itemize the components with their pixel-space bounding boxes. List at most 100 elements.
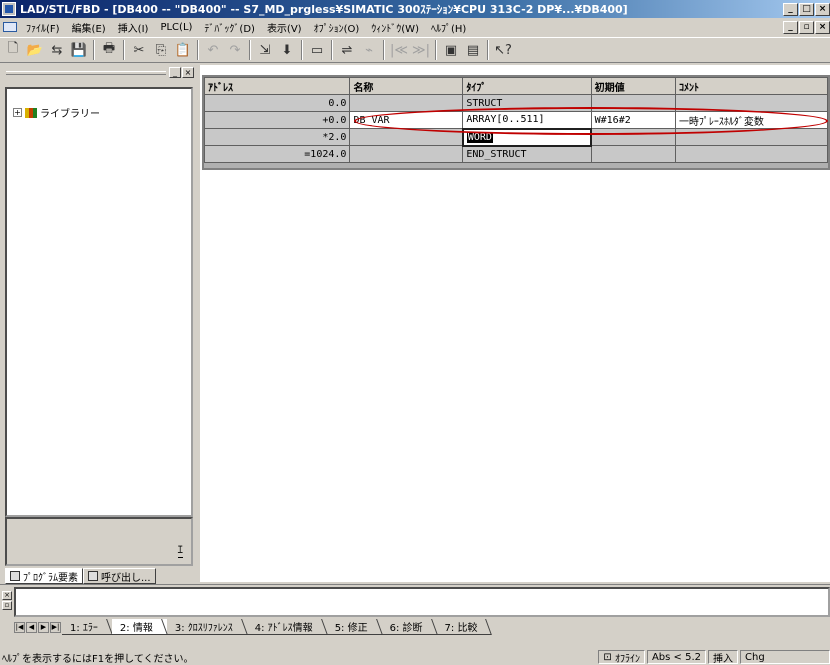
cell-initial[interactable]: W#16#2 bbox=[590, 111, 676, 129]
col-name-header[interactable]: 名称 bbox=[349, 77, 464, 95]
prev-tab-icon[interactable]: ◀ bbox=[26, 621, 37, 633]
menu-help[interactable]: ﾍﾙﾌﾟ(H) bbox=[425, 20, 472, 35]
tab-modify[interactable]: 5: 修正 bbox=[326, 619, 382, 635]
expand-icon[interactable]: + bbox=[13, 108, 22, 117]
menu-plc[interactable]: PLC(L) bbox=[154, 22, 198, 33]
cell-initial[interactable] bbox=[590, 128, 676, 146]
paste-icon[interactable]: 📋 bbox=[172, 39, 194, 61]
help-icon[interactable]: ↖? bbox=[492, 39, 514, 61]
cell-initial[interactable] bbox=[590, 94, 676, 112]
cell-comment[interactable] bbox=[674, 128, 829, 146]
pane-grip[interactable] bbox=[6, 71, 166, 75]
menu-debug[interactable]: ﾃﾞﾊﾞｯｸﾞ(D) bbox=[198, 20, 261, 35]
minimize-button[interactable]: _ bbox=[783, 2, 798, 16]
message-box[interactable] bbox=[14, 587, 830, 617]
online-icon[interactable]: ⇌ bbox=[336, 39, 358, 61]
menu-file[interactable]: ﾌｧｲﾙ(F) bbox=[20, 20, 66, 35]
col-address-header[interactable]: ｱﾄﾞﾚｽ bbox=[203, 77, 351, 95]
message-tabs: |◀ ◀ ▶ ▶| 1: ｴﾗｰ 2: 情報 3: ｸﾛｽﾘﾌｧﾚﾝｽ 4: ｱ… bbox=[14, 619, 492, 635]
maximize-button[interactable]: □ bbox=[799, 2, 814, 16]
col-type-header[interactable]: ﾀｲﾌﾟ bbox=[462, 77, 592, 95]
selected-type-text[interactable]: WORD bbox=[466, 131, 493, 143]
toolbar-separator bbox=[487, 40, 489, 60]
doc-restore-button[interactable]: ▫ bbox=[799, 20, 814, 34]
cell-address: +0.0 bbox=[203, 111, 351, 129]
doc-close-button[interactable]: × bbox=[815, 20, 830, 34]
overview-icon[interactable]: ▣ bbox=[440, 39, 462, 61]
menu-insert[interactable]: 挿入(I) bbox=[112, 20, 155, 35]
window-title: LAD/STL/FBD - [DB400 -- "DB400" -- S7_MD… bbox=[20, 3, 628, 16]
download-icon[interactable]: ⬇ bbox=[276, 39, 298, 61]
table-row[interactable]: =1024.0 END_STRUCT bbox=[203, 145, 829, 163]
toolbar-separator bbox=[435, 40, 437, 60]
print-icon[interactable]: 🖶 bbox=[98, 39, 120, 61]
cell-comment[interactable] bbox=[674, 94, 829, 112]
table-row[interactable]: 0.0 STRUCT bbox=[203, 94, 829, 112]
pane-minimize-button[interactable]: _ bbox=[169, 67, 181, 78]
menu-bar: ﾌｧｲﾙ(F) 編集(E) 挿入(I) PLC(L) ﾃﾞﾊﾞｯｸﾞ(D) 表示… bbox=[0, 18, 830, 36]
title-bar: LAD/STL/FBD - [DB400 -- "DB400" -- S7_MD… bbox=[0, 0, 830, 18]
pane-close-button[interactable]: × bbox=[182, 67, 194, 78]
msg-float-button[interactable]: ▫ bbox=[2, 601, 12, 610]
tab-address-info[interactable]: 4: ｱﾄﾞﾚｽ情報 bbox=[246, 619, 327, 635]
col-initial-header[interactable]: 初期値 bbox=[590, 77, 676, 95]
redo-icon[interactable]: ↷ bbox=[224, 39, 246, 61]
offline-icon[interactable]: ⌁ bbox=[358, 39, 380, 61]
tab-call-structure[interactable]: 呼び出し... bbox=[83, 568, 156, 584]
menu-options[interactable]: ｵﾌﾟｼｮﾝ(O) bbox=[308, 20, 366, 35]
next-icon[interactable]: ≫| bbox=[410, 39, 432, 61]
cell-type[interactable]: END_STRUCT bbox=[462, 145, 592, 163]
table-row[interactable]: *2.0 WORD bbox=[203, 127, 829, 147]
cell-name[interactable] bbox=[349, 145, 464, 163]
cut-icon[interactable]: ✂ bbox=[128, 39, 150, 61]
accessible-nodes-icon[interactable]: ⇆ bbox=[46, 39, 68, 61]
cell-initial[interactable] bbox=[590, 145, 676, 163]
cell-address: *2.0 bbox=[203, 128, 351, 146]
tree-item-library[interactable]: + ライブラリー bbox=[13, 105, 100, 120]
close-button[interactable]: × bbox=[815, 2, 830, 16]
status-bar: ﾍﾙﾌﾟを表示するにはF1を押してください。 ⊡ ｵﾌﾗｲﾝ Abs < 5.2… bbox=[0, 649, 830, 665]
connection-icon: ⊡ bbox=[603, 651, 615, 663]
save-icon[interactable]: 💾 bbox=[68, 39, 90, 61]
new-icon[interactable]: 🗋 bbox=[2, 39, 24, 61]
cell-name[interactable]: DB_VAR bbox=[349, 111, 464, 129]
tree-item-label: ライブラリー bbox=[40, 109, 100, 120]
tab-diagnostics[interactable]: 6: 診断 bbox=[381, 619, 437, 635]
document-icon[interactable] bbox=[3, 22, 17, 32]
undo-icon[interactable]: ↶ bbox=[202, 39, 224, 61]
msg-close-button[interactable]: × bbox=[2, 591, 12, 600]
toolbar-separator bbox=[123, 40, 125, 60]
last-tab-icon[interactable]: ▶| bbox=[50, 621, 61, 633]
monitor-icon[interactable]: ▭ bbox=[306, 39, 328, 61]
col-comment-header[interactable]: ｺﾒﾝﾄ bbox=[674, 77, 829, 95]
menu-edit[interactable]: 編集(E) bbox=[66, 20, 112, 35]
message-area: × ▫ |◀ ◀ ▶ ▶| 1: ｴﾗｰ 2: 情報 3: ｸﾛｽﾘﾌｧﾚﾝｽ … bbox=[0, 584, 830, 636]
tab-compare[interactable]: 7: 比較 bbox=[436, 619, 492, 635]
copy-icon[interactable]: ⎘ bbox=[150, 39, 172, 61]
table-row[interactable]: +0.0 DB_VAR ARRAY[0..511] W#16#2 一時ﾌﾟﾚｰｽ… bbox=[203, 111, 829, 129]
cell-name[interactable] bbox=[349, 128, 464, 146]
doc-minimize-button[interactable]: _ bbox=[783, 20, 798, 34]
open-icon[interactable]: 📂 bbox=[24, 39, 46, 61]
cell-type-selected[interactable]: WORD bbox=[461, 127, 593, 147]
first-tab-icon[interactable]: |◀ bbox=[14, 621, 25, 633]
tab-info[interactable]: 2: 情報 bbox=[111, 619, 167, 635]
prev-icon[interactable]: |≪ bbox=[388, 39, 410, 61]
app-icon[interactable] bbox=[2, 2, 16, 16]
cell-comment[interactable]: 一時ﾌﾟﾚｰｽﾎﾙﾀﾞ変数 bbox=[674, 111, 829, 129]
element-tree[interactable]: + ライブラリー bbox=[5, 87, 193, 517]
cell-name[interactable] bbox=[349, 94, 464, 112]
cell-type[interactable]: ARRAY[0..511] bbox=[462, 111, 592, 129]
tab-errors[interactable]: 1: ｴﾗｰ bbox=[62, 619, 112, 635]
cell-comment[interactable] bbox=[674, 145, 829, 163]
next-tab-icon[interactable]: ▶ bbox=[38, 621, 49, 633]
tab-program-elements[interactable]: ﾌﾟﾛｸﾞﾗﾑ要素 bbox=[5, 568, 83, 584]
cell-type[interactable]: STRUCT bbox=[462, 94, 592, 112]
details-icon[interactable]: ▤ bbox=[462, 39, 484, 61]
change-status: Chg bbox=[740, 650, 830, 664]
load-icon[interactable]: ⇲ bbox=[254, 39, 276, 61]
tab-cross-references[interactable]: 3: ｸﾛｽﾘﾌｧﾚﾝｽ bbox=[166, 619, 247, 635]
tab-label: ﾌﾟﾛｸﾞﾗﾑ要素 bbox=[23, 572, 78, 584]
menu-window[interactable]: ｳｨﾝﾄﾞｳ(W) bbox=[365, 20, 425, 35]
menu-view[interactable]: 表示(V) bbox=[261, 20, 308, 35]
